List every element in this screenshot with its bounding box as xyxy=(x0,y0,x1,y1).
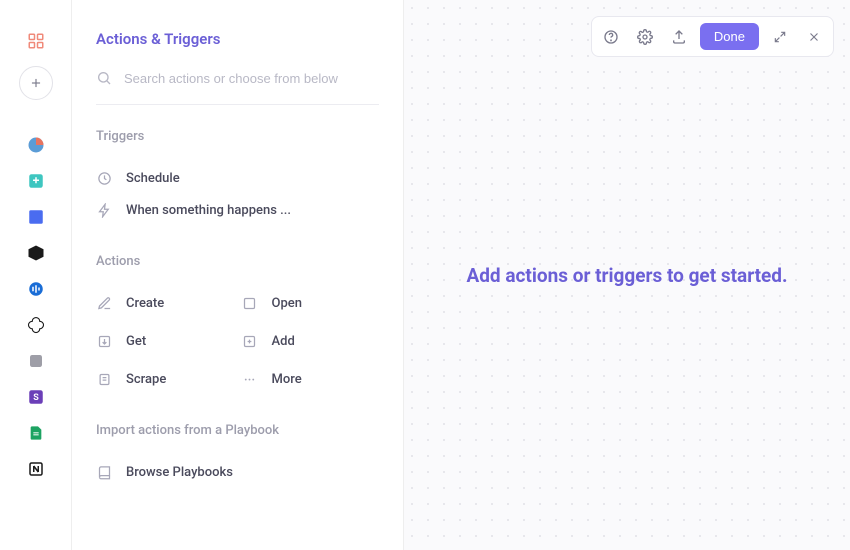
canvas-toolbar: Done xyxy=(591,16,834,57)
notion-icon[interactable] xyxy=(25,458,47,480)
divider xyxy=(96,104,379,105)
action-label: More xyxy=(272,372,302,387)
clock-icon xyxy=(96,170,112,186)
integration-2-icon[interactable] xyxy=(25,170,47,192)
triggers-section: Triggers Schedule When something happens… xyxy=(96,129,379,226)
svg-text:S: S xyxy=(33,393,39,403)
gear-icon[interactable] xyxy=(632,24,658,50)
open-icon xyxy=(242,295,258,311)
book-icon xyxy=(96,464,112,480)
trigger-event[interactable]: When something happens ... xyxy=(96,194,379,226)
trigger-label: Schedule xyxy=(126,171,180,186)
plus-square-icon xyxy=(242,333,258,349)
trigger-label: When something happens ... xyxy=(126,203,291,218)
actions-panel: Actions & Triggers Triggers Schedule Whe… xyxy=(72,0,404,550)
arrow-in-icon xyxy=(96,333,112,349)
search-input[interactable] xyxy=(124,71,379,86)
help-icon[interactable] xyxy=(598,24,624,50)
pencil-icon xyxy=(96,295,112,311)
apps-icon[interactable] xyxy=(25,30,47,52)
search-icon xyxy=(96,70,112,86)
integration-4-icon[interactable] xyxy=(25,242,47,264)
icon-rail: S xyxy=(0,0,72,550)
browse-playbooks[interactable]: Browse Playbooks xyxy=(96,456,379,488)
import-label: Import actions from a Playbook xyxy=(96,423,379,438)
done-button[interactable]: Done xyxy=(700,23,759,50)
action-label: Add xyxy=(272,334,295,349)
panel-title: Actions & Triggers xyxy=(96,30,379,48)
action-label: Open xyxy=(272,296,302,311)
integration-1-icon[interactable] xyxy=(25,134,47,156)
add-button[interactable] xyxy=(19,66,53,100)
scrape-icon xyxy=(96,371,112,387)
expand-icon[interactable] xyxy=(767,24,793,50)
triggers-label: Triggers xyxy=(96,129,379,144)
action-more[interactable]: More xyxy=(242,363,380,395)
canvas-empty-message: Add actions or triggers to get started. xyxy=(456,264,797,287)
search-row xyxy=(96,70,379,86)
action-label: Create xyxy=(126,296,164,311)
integration-7-icon[interactable] xyxy=(25,350,47,372)
upload-icon[interactable] xyxy=(666,24,692,50)
canvas[interactable]: Add actions or triggers to get started. … xyxy=(404,0,850,550)
browse-label: Browse Playbooks xyxy=(126,465,233,480)
action-scrape[interactable]: Scrape xyxy=(96,363,234,395)
openai-icon[interactable] xyxy=(25,314,47,336)
integration-8-icon[interactable]: S xyxy=(25,386,47,408)
actions-section: Actions Create Open Get Add Scrape xyxy=(96,254,379,395)
actions-label: Actions xyxy=(96,254,379,269)
more-icon xyxy=(242,371,258,387)
integration-3-icon[interactable] xyxy=(25,206,47,228)
action-add[interactable]: Add xyxy=(242,325,380,357)
trigger-schedule[interactable]: Schedule xyxy=(96,162,379,194)
action-label: Scrape xyxy=(126,372,166,387)
import-section: Import actions from a Playbook Browse Pl… xyxy=(96,423,379,488)
sheets-icon[interactable] xyxy=(25,422,47,444)
action-open[interactable]: Open xyxy=(242,287,380,319)
integration-5-icon[interactable] xyxy=(25,278,47,300)
action-label: Get xyxy=(126,334,146,349)
action-get[interactable]: Get xyxy=(96,325,234,357)
bolt-icon xyxy=(96,202,112,218)
close-icon[interactable] xyxy=(801,24,827,50)
action-create[interactable]: Create xyxy=(96,287,234,319)
